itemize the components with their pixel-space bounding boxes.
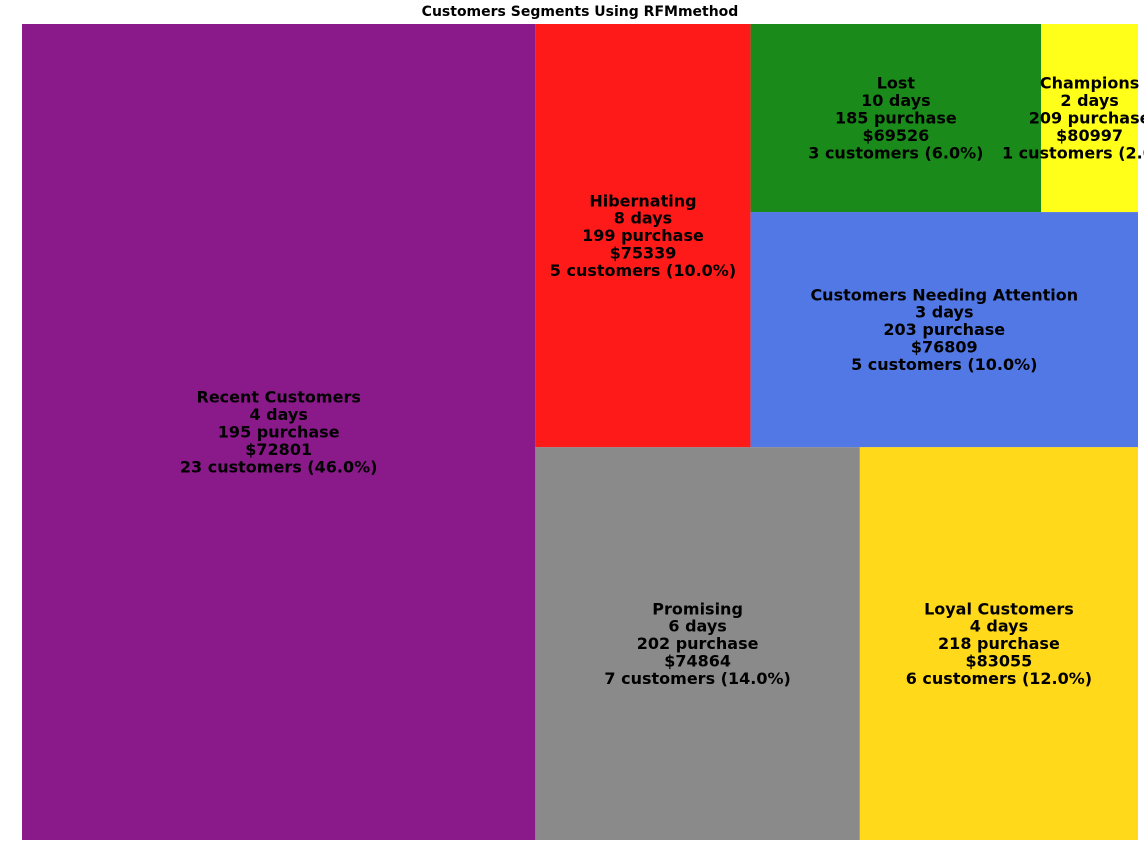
segment-recent-customers: Recent Customers4 days195 purchase$72801… [22, 24, 536, 840]
segment-label-line: $80997 [1056, 126, 1123, 145]
segment-label-line: Customers Needing Attention [810, 285, 1078, 304]
segment-label-line: 3 days [915, 303, 973, 322]
segment-label-line: 199 purchase [582, 226, 704, 245]
segment-label-line: Loyal Customers [924, 599, 1074, 618]
segment-label-line: $75339 [610, 243, 677, 262]
segment-hibernating: Hibernating8 days199 purchase$753395 cus… [535, 24, 751, 448]
segment-label-line: 203 purchase [883, 320, 1005, 339]
segment-label-line: 4 days [970, 617, 1028, 636]
segment-loyal-customers: Loyal Customers4 days218 purchase$830556… [859, 447, 1138, 840]
segment-label-line: 185 purchase [835, 109, 957, 128]
segment-label-line: Recent Customers [197, 388, 361, 407]
segment-label-line: Lost [877, 74, 916, 93]
segment-label-line: $83055 [966, 651, 1033, 670]
segment-label-line: 4 days [249, 405, 307, 424]
segment-label-line: 7 customers (14.0%) [604, 669, 790, 688]
segment-label-line: Hibernating [589, 191, 696, 210]
treemap-chart: Recent Customers4 days195 purchase$72801… [22, 24, 1144, 840]
segment-label-line: 218 purchase [938, 634, 1060, 653]
segment-label-line: 195 purchase [218, 423, 340, 442]
segment-lost: Lost10 days185 purchase$695263 customers… [750, 24, 1042, 213]
segment-label-line: 6 customers (12.0%) [906, 669, 1092, 688]
segment-label-line: Promising [652, 599, 743, 618]
segment-label-line: 23 customers (46.0%) [180, 457, 378, 476]
segment-label-line: 5 customers (10.0%) [851, 355, 1037, 374]
segment-label-line: 202 purchase [637, 634, 759, 653]
segment-label-line: 6 days [668, 617, 726, 636]
segment-promising: Promising6 days202 purchase$748647 custo… [535, 447, 860, 840]
segment-label-line: 10 days [861, 91, 931, 110]
segment-customers-needing-attention: Customers Needing Attention3 days203 pur… [750, 212, 1138, 448]
segment-label-line: $74864 [664, 651, 731, 670]
segment-label-line: Champions [1040, 74, 1139, 93]
segment-label-line: 2 days [1060, 91, 1118, 110]
segment-label-line: 3 customers (6.0%) [808, 143, 983, 162]
segment-label-line: 8 days [614, 209, 672, 228]
segment-label-line: $76809 [911, 337, 978, 356]
segment-label-line: $69526 [862, 126, 929, 145]
segment-label-line: $72801 [245, 440, 312, 459]
segment-label-line: 1 customers (2.0%) [1002, 143, 1144, 162]
segment-label-line: 5 customers (10.0%) [550, 261, 736, 280]
segment-label-line: 209 purchase [1029, 109, 1144, 128]
